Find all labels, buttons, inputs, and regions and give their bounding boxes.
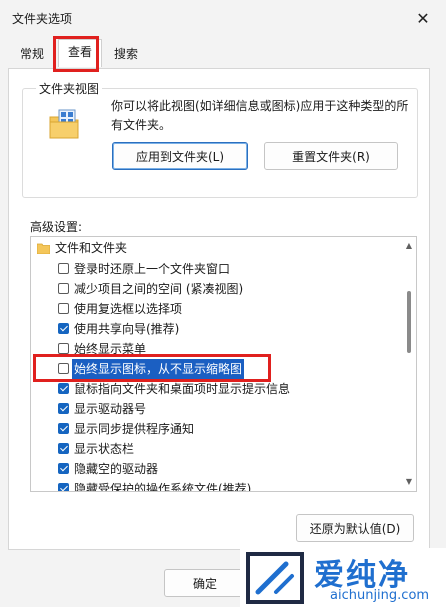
checkbox[interactable] bbox=[58, 403, 69, 414]
list-item-label: 显示同步提供程序通知 bbox=[74, 422, 195, 436]
list-item-label: 使用共享向导(推荐) bbox=[74, 322, 180, 336]
title-bar: 文件夹选项 ✕ bbox=[0, 0, 446, 38]
list-item-label: 减少项目之间的空间 (紧凑视图) bbox=[74, 282, 244, 296]
tab-search[interactable]: 搜索 bbox=[108, 42, 144, 66]
scroll-thumb[interactable] bbox=[407, 291, 411, 353]
folder-view-icon bbox=[49, 109, 79, 139]
reset-folders-button[interactable]: 重置文件夹(R) bbox=[264, 142, 398, 170]
checkbox[interactable] bbox=[58, 463, 69, 474]
checkbox[interactable] bbox=[58, 443, 69, 454]
tree-root-label: 文件和文件夹 bbox=[55, 241, 128, 255]
list-item-label: 显示驱动器号 bbox=[74, 402, 147, 416]
watermark: 爱纯净 aichunjing.com bbox=[240, 548, 446, 607]
checkbox[interactable] bbox=[58, 323, 69, 334]
advanced-settings-label: 高级设置: bbox=[30, 220, 83, 234]
checkbox[interactable] bbox=[58, 303, 69, 314]
close-icon[interactable]: ✕ bbox=[410, 6, 436, 30]
checkbox[interactable] bbox=[58, 483, 69, 491]
list-item-label: 使用复选框以选择项 bbox=[74, 302, 183, 316]
checkbox[interactable] bbox=[58, 283, 69, 294]
scroll-up-icon[interactable]: ▲ bbox=[404, 241, 414, 251]
list-item-label: 鼠标指向文件夹和桌面项时显示提示信息 bbox=[74, 382, 291, 396]
restore-defaults-button[interactable]: 还原为默认值(D) bbox=[296, 514, 414, 542]
checkbox[interactable] bbox=[58, 423, 69, 434]
tab-general[interactable]: 常规 bbox=[12, 42, 52, 66]
watermark-url: aichunjing.com bbox=[330, 588, 430, 603]
tree-scrollbar[interactable]: ▲ ▼ bbox=[402, 237, 416, 491]
folder-views-description: 你可以将此视图(如详细信息或图标)应用于这种类型的所有文件夹。 bbox=[111, 99, 409, 132]
list-item-label: 隐藏受保护的操作系统文件(推荐) bbox=[74, 482, 252, 492]
checkbox[interactable] bbox=[58, 383, 69, 394]
brand-logo-icon bbox=[246, 552, 304, 604]
scroll-down-icon[interactable]: ▼ bbox=[404, 477, 414, 487]
tab-highlight-box bbox=[53, 36, 99, 72]
checkbox[interactable] bbox=[58, 343, 69, 354]
apply-to-folders-button[interactable]: 应用到文件夹(L) bbox=[112, 142, 248, 170]
window-title: 文件夹选项 bbox=[12, 12, 73, 26]
checkbox[interactable] bbox=[58, 263, 69, 274]
folder-icon bbox=[37, 243, 50, 254]
ok-button[interactable]: 确定 bbox=[164, 569, 246, 597]
list-item-label: 隐藏空的驱动器 bbox=[74, 462, 159, 476]
selected-item-highlight-box bbox=[33, 354, 271, 382]
list-item-label: 显示状态栏 bbox=[74, 442, 135, 456]
list-item-label: 登录时还原上一个文件夹窗口 bbox=[74, 262, 231, 276]
folder-views-label: 文件夹视图 bbox=[36, 80, 103, 97]
